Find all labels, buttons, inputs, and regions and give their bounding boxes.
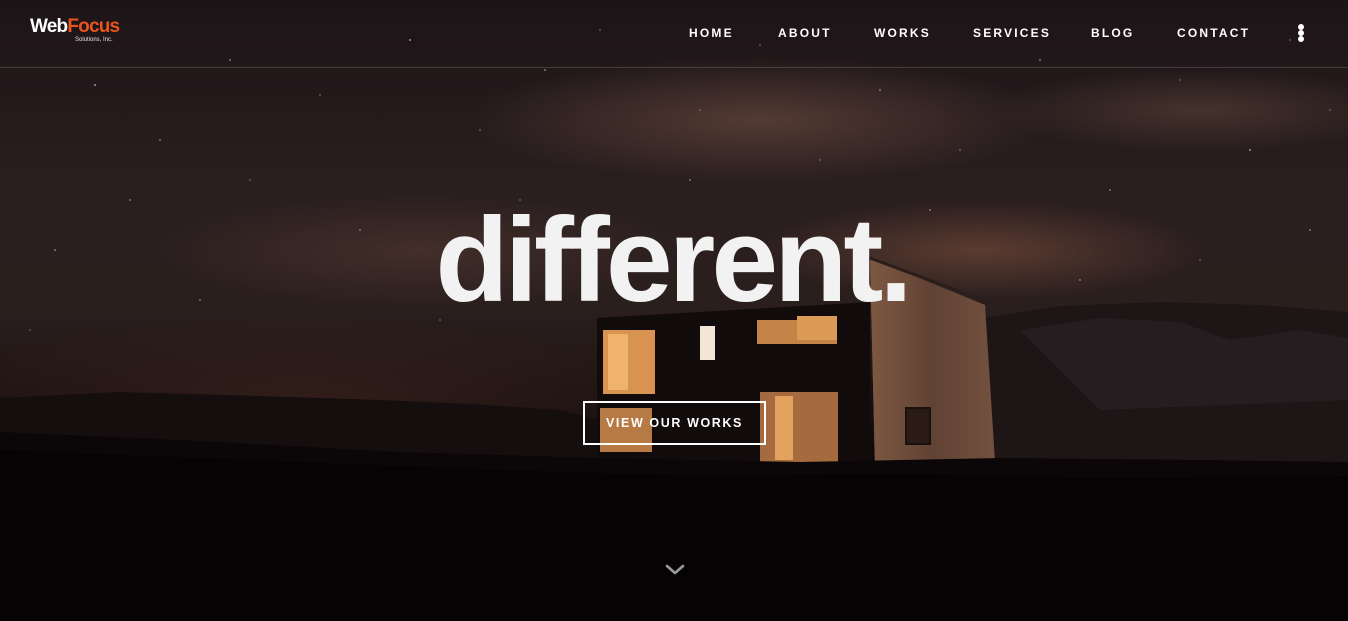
chevron-down-icon[interactable] [664,562,686,578]
hero-headline-text: different. [435,193,912,327]
site-header: WebFocus Solutions, Inc. HOME ABOUT WORK… [0,0,1348,68]
nav-item-blog[interactable]: BLOG [1091,26,1134,40]
nav-item-works[interactable]: WORKS [874,26,931,40]
view-our-works-button[interactable]: VIEW OUR WORKS [583,401,766,445]
nav-item-contact[interactable]: CONTACT [1177,26,1250,40]
nav-item-home[interactable]: HOME [689,26,734,40]
hero-headline: different. [0,190,1348,330]
logo-wordmark: WebFocus [30,16,120,38]
nav-item-services[interactable]: SERVICES [973,26,1051,40]
logo-focus-text: Focus [67,16,120,37]
nav-item-about[interactable]: ABOUT [778,26,832,40]
site-logo[interactable]: WebFocus Solutions, Inc. [30,16,126,48]
logo-subtitle: Solutions, Inc. [75,37,113,43]
vertical-dots-icon[interactable] [1294,23,1308,43]
hero-section: WebFocus Solutions, Inc. HOME ABOUT WORK… [0,0,1348,621]
logo-web-text: Web [30,16,68,37]
